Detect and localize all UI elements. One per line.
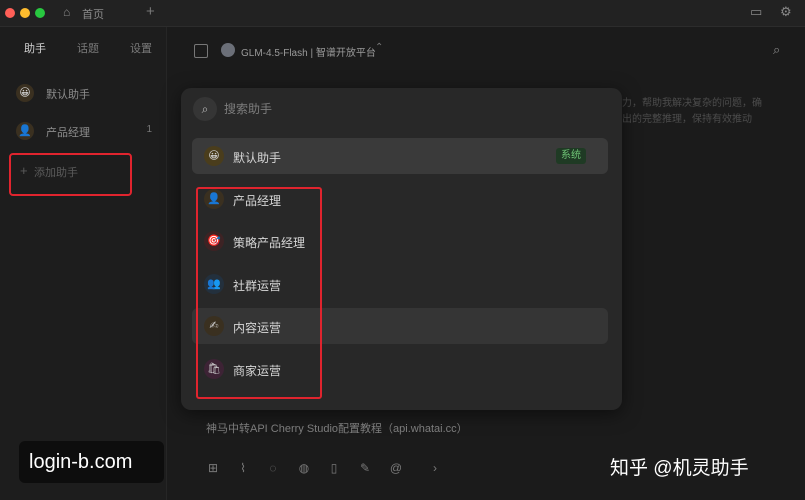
- topic-count-badge: 1: [146, 124, 152, 135]
- tab-topics[interactable]: 话题: [77, 40, 99, 56]
- tool-icon[interactable]: ✎: [358, 461, 372, 475]
- model-logo-icon: [221, 43, 235, 57]
- watermark-left: login-b.com: [29, 451, 133, 473]
- arrow-right-circle-icon[interactable]: ›: [428, 461, 442, 475]
- sidebar-item-product-manager[interactable]: 👤 产品经理 1: [8, 116, 160, 146]
- assistant-option-label: 默认助手: [233, 151, 282, 165]
- highlight-box-assistant-list: [196, 187, 322, 399]
- sidebar-item-default-assistant[interactable]: 😀 默认助手: [8, 78, 160, 108]
- plus-icon[interactable]: +: [20, 163, 28, 178]
- maximize-window-button[interactable]: [35, 8, 45, 18]
- new-tab-button[interactable]: +: [146, 3, 155, 20]
- sidebar-item-label: 默认助手: [46, 89, 90, 101]
- monitor-icon[interactable]: ▭: [750, 4, 764, 19]
- assistant-avatar-icon: 😀: [16, 84, 34, 102]
- system-badge: 系统: [556, 148, 586, 164]
- gear-icon[interactable]: ⚙: [780, 4, 794, 19]
- file-icon[interactable]: ▯: [327, 461, 341, 475]
- globe-icon[interactable]: ◍: [297, 461, 311, 475]
- lightbulb-icon[interactable]: ◌: [266, 461, 280, 475]
- home-icon: ⌂: [63, 5, 71, 19]
- tab-settings[interactable]: 设置: [130, 40, 152, 56]
- minimize-window-button[interactable]: [20, 8, 30, 18]
- chevron-updown-icon[interactable]: ⌃: [375, 42, 383, 53]
- new-topic-icon[interactable]: ⊞: [206, 461, 220, 475]
- attachment-icon[interactable]: ⌇: [236, 461, 250, 475]
- model-selector[interactable]: GLM-4.5-Flash | 智谱开放平台: [241, 44, 376, 59]
- mention-icon[interactable]: @: [389, 461, 403, 475]
- assistant-search-input[interactable]: [224, 99, 524, 119]
- assistant-avatar-icon: 👤: [16, 122, 34, 140]
- close-window-button[interactable]: [5, 8, 15, 18]
- assistant-option-default[interactable]: 😀 默认助手 系统: [192, 138, 608, 174]
- background-message-text: 出的完整推理，保持有效推动: [622, 114, 752, 125]
- add-assistant-button[interactable]: 添加助手: [34, 164, 78, 180]
- assistant-avatar-icon: 😀: [204, 146, 224, 166]
- tab-assistants[interactable]: 助手: [24, 40, 46, 56]
- tab-home[interactable]: 首页: [82, 6, 104, 22]
- sidebar-item-label: 产品经理: [46, 127, 90, 139]
- title-bar: [0, 0, 805, 27]
- watermark-right: 知乎 @机灵助手: [610, 458, 749, 479]
- search-icon[interactable]: ⌕: [773, 42, 780, 58]
- background-message-text: 力，帮助我解决复杂的问题，确: [622, 98, 762, 109]
- message-input-hint[interactable]: 神马中转API Cherry Studio配置教程（api.whatai.cc）: [206, 420, 468, 436]
- search-icon: ⌕: [193, 97, 217, 121]
- toggle-sidebar-icon[interactable]: [194, 44, 208, 58]
